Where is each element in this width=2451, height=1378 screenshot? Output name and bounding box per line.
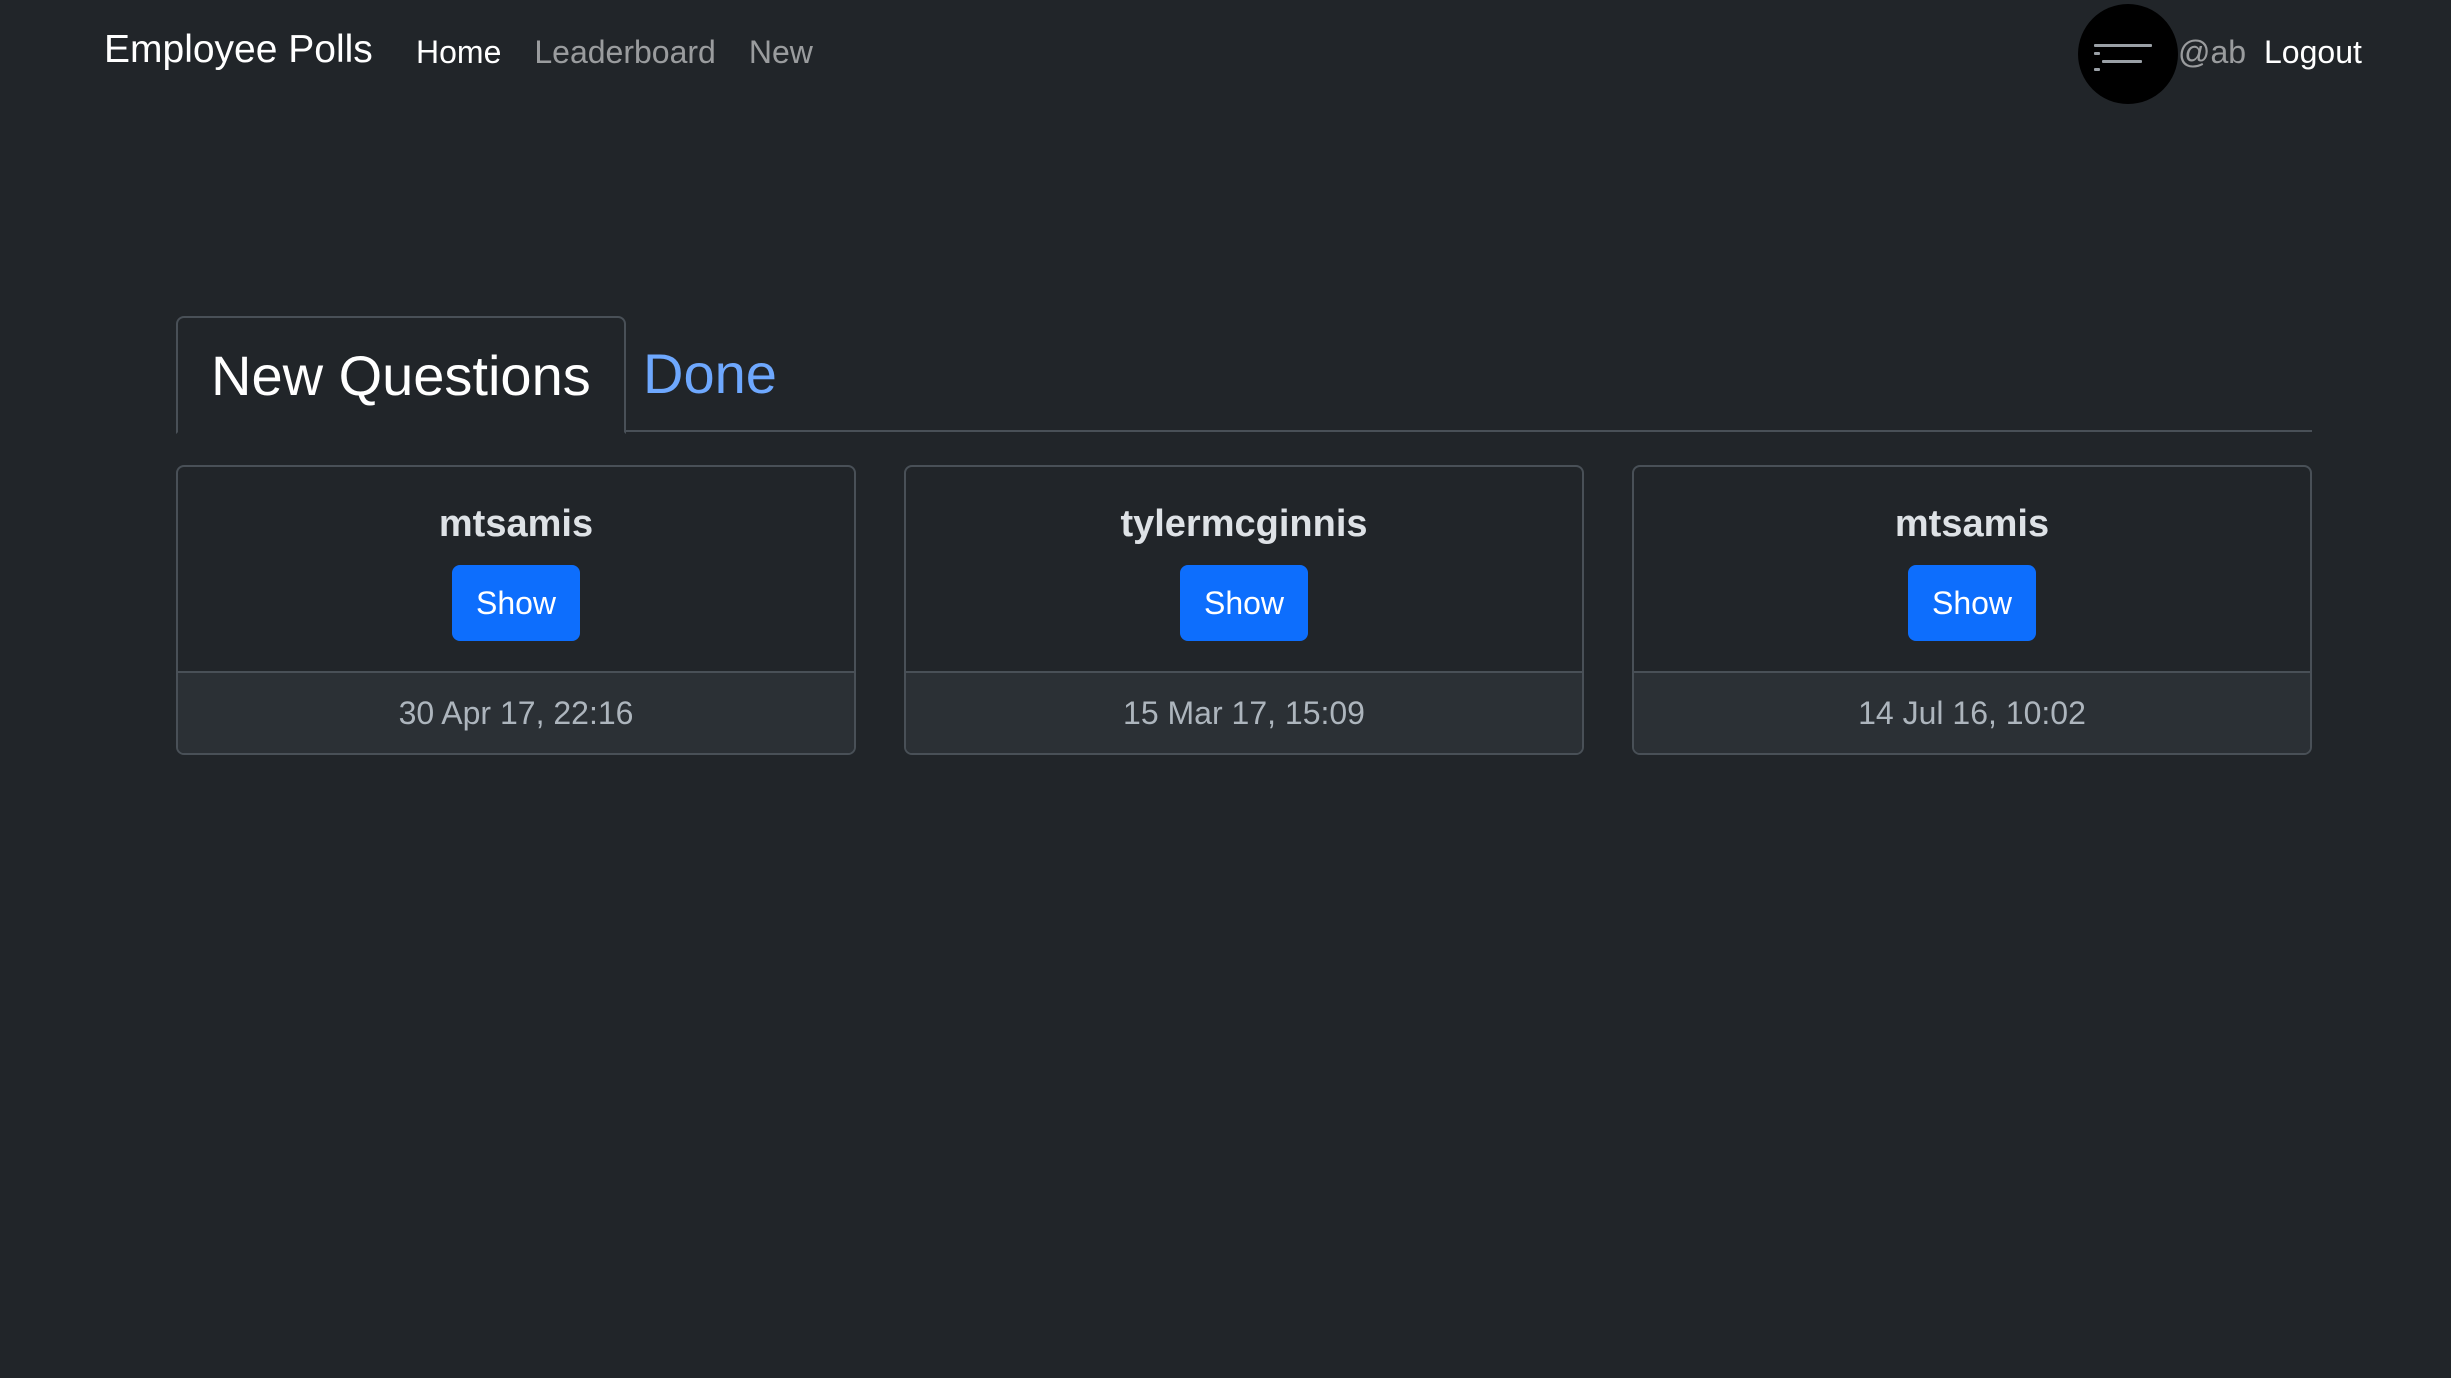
- navbar: Employee Polls Home Leaderboard New @ab …: [0, 0, 2451, 110]
- brand-link[interactable]: Employee Polls: [104, 28, 373, 72]
- nav-links: Home Leaderboard New: [416, 34, 813, 71]
- question-author: mtsamis: [438, 503, 594, 545]
- current-username: @ab: [2178, 34, 2247, 70]
- logout-link[interactable]: Logout: [2264, 34, 2362, 71]
- question-timestamp: 14 Jul 16, 10:02: [1634, 671, 2310, 753]
- user-avatar: [2078, 4, 2178, 104]
- avatar-code-line: [2094, 68, 2100, 71]
- avatar-code-line: [2094, 44, 2152, 47]
- show-question-button[interactable]: Show: [1180, 565, 1308, 641]
- avatar-code-line: [2094, 52, 2100, 55]
- card-body: tylermcginnis Show: [906, 467, 1582, 673]
- question-card: mtsamis Show 30 Apr 17, 22:16: [176, 465, 856, 755]
- card-body: mtsamis Show: [178, 467, 854, 673]
- question-author: mtsamis: [1894, 503, 2050, 545]
- question-author: tylermcginnis: [1120, 503, 1368, 545]
- show-question-button[interactable]: Show: [1908, 565, 2036, 641]
- question-timestamp: 15 Mar 17, 15:09: [906, 671, 1582, 753]
- nav-link-home[interactable]: Home: [416, 34, 501, 71]
- tab-done[interactable]: Done: [610, 316, 810, 432]
- avatar-code-line: [2102, 60, 2142, 63]
- tab-new-questions[interactable]: New Questions: [176, 316, 626, 434]
- show-question-button[interactable]: Show: [452, 565, 580, 641]
- nav-link-leaderboard[interactable]: Leaderboard: [534, 34, 715, 71]
- question-card: tylermcginnis Show 15 Mar 17, 15:09: [904, 465, 1584, 755]
- question-tabs: New Questions Done: [176, 316, 2312, 434]
- question-timestamp: 30 Apr 17, 22:16: [178, 671, 854, 753]
- nav-link-new[interactable]: New: [749, 34, 813, 71]
- card-body: mtsamis Show: [1634, 467, 2310, 673]
- question-card: mtsamis Show 14 Jul 16, 10:02: [1632, 465, 2312, 755]
